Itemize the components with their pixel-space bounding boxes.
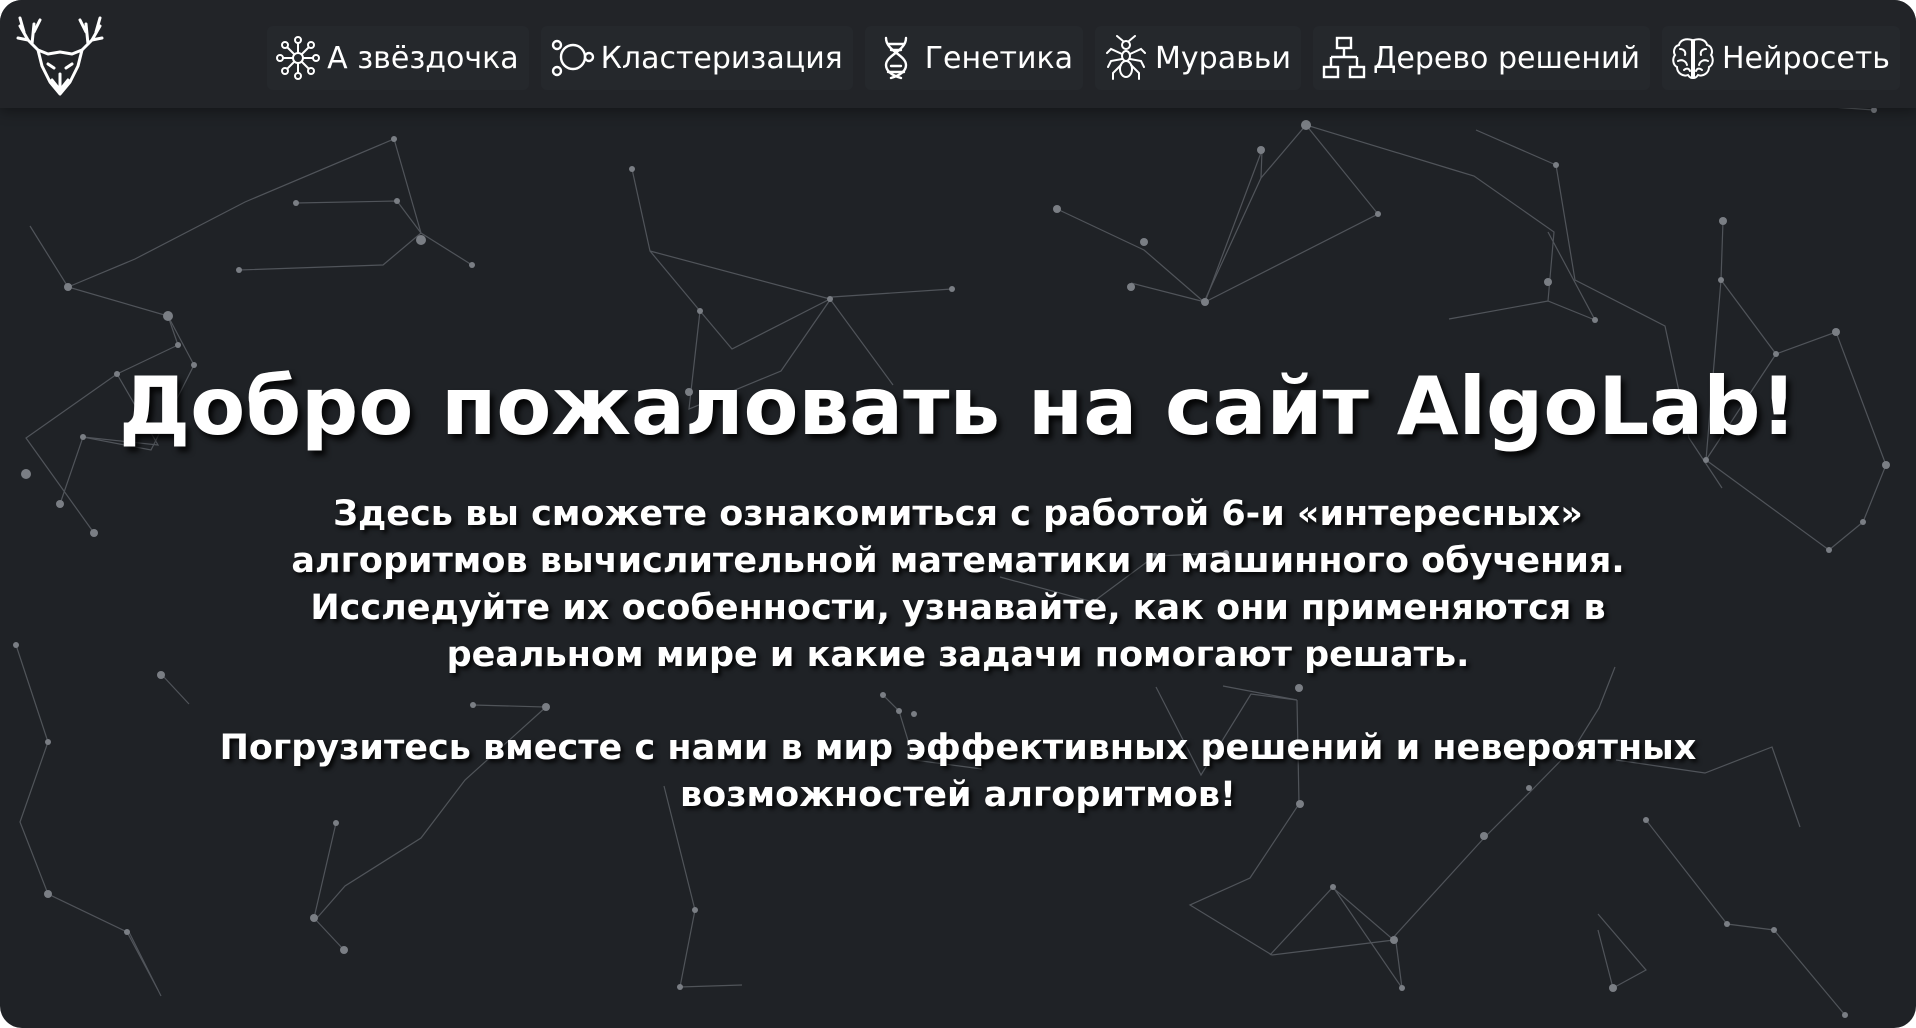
hero-section: Добро пожаловать на сайт AlgoLab! Здесь …: [0, 360, 1916, 819]
nav-item-neural-network[interactable]: Нейросеть: [1661, 26, 1900, 90]
decision-tree-icon: [1322, 36, 1366, 79]
nav-item-clustering[interactable]: Кластеризация: [540, 26, 853, 90]
hero-call-to-action: Погрузитесь вместе с нами в мир эффектив…: [219, 728, 1697, 815]
cluster-icon: [551, 39, 594, 77]
deer-logo-icon[interactable]: [14, 10, 106, 100]
main-nav: А звёздочка Кластеризация Генетика Мурав…: [267, 26, 1900, 90]
ant-icon: [1106, 35, 1147, 80]
page: А звёздочка Кластеризация Генетика Мурав…: [0, 0, 1916, 1028]
top-navbar: А звёздочка Кластеризация Генетика Мурав…: [0, 0, 1916, 108]
nav-item-label: Нейросеть: [1721, 40, 1890, 76]
page-title: Добро пожаловать на сайт AlgoLab!: [118, 360, 1797, 453]
nav-item-label: Дерево решений: [1372, 40, 1640, 76]
nav-item-astar[interactable]: А звёздочка: [267, 26, 529, 90]
nav-item-ants[interactable]: Муравьи: [1095, 26, 1301, 90]
nav-item-genetics[interactable]: Генетика: [864, 26, 1084, 90]
brain-icon: [1672, 38, 1714, 80]
nav-item-label: Кластеризация: [600, 40, 843, 76]
nav-item-label: Муравьи: [1155, 40, 1291, 76]
dna-icon: [884, 36, 907, 80]
astar-icon: [276, 36, 321, 80]
nav-item-decision-tree[interactable]: Дерево решений: [1312, 26, 1650, 90]
nav-item-label: А звёздочка: [327, 40, 519, 76]
nav-item-label: Генетика: [924, 40, 1074, 76]
hero-description: Здесь вы сможете ознакомиться с работой …: [291, 494, 1625, 675]
